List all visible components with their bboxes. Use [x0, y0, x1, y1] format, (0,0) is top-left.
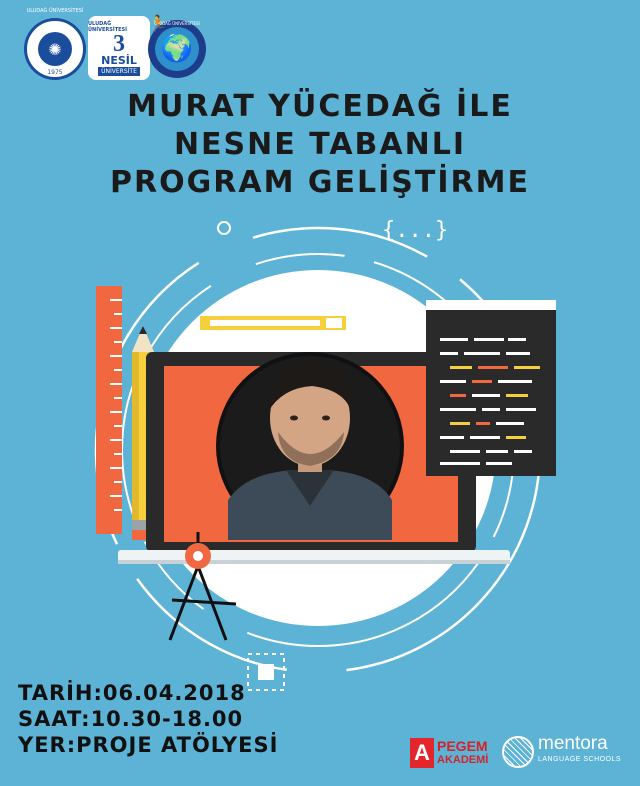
pegem-line-1: PEGEM — [437, 738, 488, 754]
mentora-name: mentora — [538, 733, 608, 754]
event-date: TARİH:06.04.2018 — [18, 681, 246, 705]
event-place: YER:PROJE ATÖLYESİ — [18, 733, 279, 757]
pegem-mark: A — [410, 738, 434, 768]
event-poster: ✺ 1975 ULUDAĞ ÜNİVERSİTESİ ULUDAĞ ÜNİVER… — [0, 0, 640, 786]
illustration — [94, 221, 556, 691]
mentora-tagline: LANGUAGE SCHOOLS — [538, 756, 622, 763]
mentora-logo: mentora LANGUAGE SCHOOLS — [502, 733, 622, 768]
mentora-globe-icon — [502, 736, 534, 768]
pegem-line-2: AKADEMİ — [437, 754, 489, 766]
progress-strip — [200, 316, 346, 330]
code-bracket-icon: {...} — [382, 218, 449, 243]
code-panel — [426, 300, 556, 476]
square-fill — [258, 664, 274, 680]
speaker-portrait — [216, 352, 404, 540]
event-time: SAAT:10.30-18.00 — [18, 707, 244, 731]
event-info: TARİH:06.04.2018 SAAT:10.30-18.00 YER:PR… — [18, 680, 278, 758]
compass-pivot — [193, 551, 203, 561]
small-ring-icon — [217, 221, 231, 235]
pegem-akademi-logo: A PEGEM AKADEMİ — [410, 738, 488, 768]
